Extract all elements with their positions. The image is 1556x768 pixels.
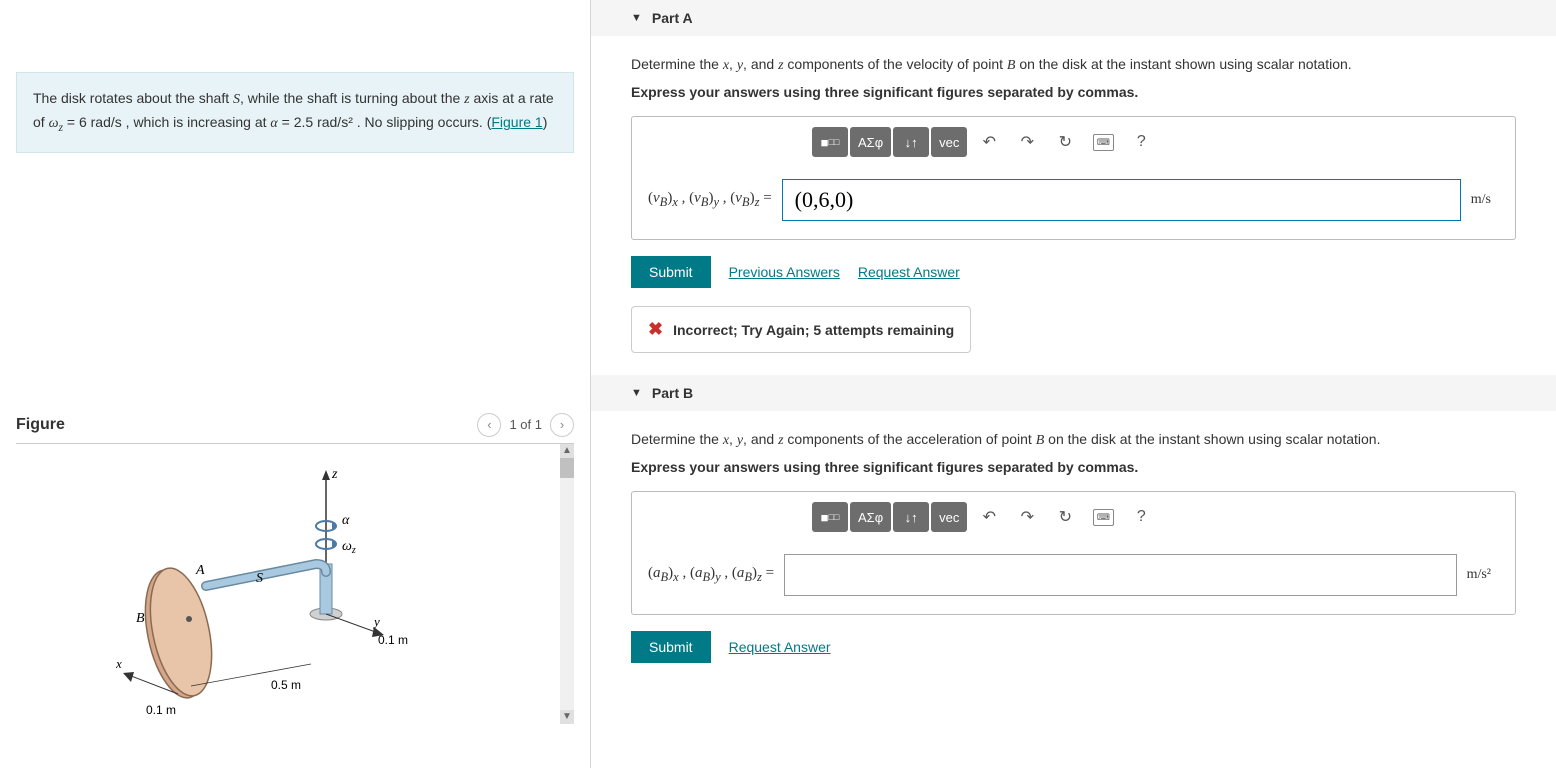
part-b-submit-button[interactable]: Submit — [631, 631, 711, 663]
alpha-label: α — [342, 513, 350, 528]
part-a-var-label: (vB)x , (vB)y , (vB)z = — [648, 190, 772, 210]
omega-label: ωz — [342, 539, 356, 556]
part-b-header[interactable]: ▼ Part B — [591, 375, 1556, 411]
part-a-answer-input[interactable] — [782, 179, 1461, 221]
equation-toolbar: ■□□ ΑΣφ ↓↑ vec ↶ ↷ ↻ ⌨ ? — [632, 492, 1515, 542]
text: = 6 rad/s — [63, 114, 126, 130]
undo-icon[interactable]: ↶ — [973, 502, 1005, 532]
figure-scrollbar[interactable]: ▲ ▼ — [560, 444, 574, 724]
problem-statement: The disk rotates about the shaft S, whil… — [16, 72, 574, 153]
text: The disk rotates about the shaft — [33, 90, 233, 106]
tool-subscript[interactable]: ↓↑ — [893, 502, 929, 532]
omega: ω — [49, 116, 59, 131]
reset-icon[interactable]: ↻ — [1049, 127, 1081, 157]
figure-prev-button[interactable]: ‹ — [477, 413, 501, 437]
part-b-prompt: Determine the x, y, and z components of … — [631, 429, 1516, 451]
help-icon[interactable]: ? — [1125, 502, 1157, 532]
part-a-prompt: Determine the x, y, and z components of … — [631, 54, 1516, 76]
figure-image: z α ωz A — [16, 444, 574, 727]
figure-counter: 1 of 1 — [509, 417, 542, 432]
dim-0.1m-disk: 0.1 m — [146, 703, 176, 717]
part-b-answer-box: ■□□ ΑΣφ ↓↑ vec ↶ ↷ ↻ ⌨ ? (aB)x , (aB)y ,… — [631, 491, 1516, 615]
part-a-header[interactable]: ▼ Part A — [591, 0, 1556, 36]
request-answer-link[interactable]: Request Answer — [858, 264, 960, 280]
previous-answers-link[interactable]: Previous Answers — [729, 264, 840, 280]
dim-0.1m-y: 0.1 m — [378, 633, 408, 647]
keyboard-icon[interactable]: ⌨ — [1087, 127, 1119, 157]
redo-icon[interactable]: ↷ — [1011, 127, 1043, 157]
scroll-thumb[interactable] — [560, 458, 574, 478]
axis-y-label: y — [372, 614, 380, 629]
dim-0.5m: 0.5 m — [271, 678, 301, 692]
part-a-instruction: Express your answers using three signifi… — [631, 84, 1516, 100]
part-b-instruction: Express your answers using three signifi… — [631, 459, 1516, 475]
figure-link[interactable]: Figure 1 — [491, 114, 542, 130]
incorrect-icon: ✖ — [648, 319, 663, 340]
caret-down-icon: ▼ — [631, 387, 642, 399]
alpha: α — [270, 116, 277, 131]
point-B: B — [136, 611, 145, 626]
request-answer-link[interactable]: Request Answer — [729, 639, 831, 655]
text: , which is increasing at — [126, 114, 271, 130]
part-a-feedback: ✖ Incorrect; Try Again; 5 attempts remai… — [631, 306, 971, 353]
right-panel: ▼ Part A Determine the x, y, and z compo… — [590, 0, 1556, 768]
figure-next-button[interactable]: › — [550, 413, 574, 437]
part-a-submit-button[interactable]: Submit — [631, 256, 711, 288]
part-a: ▼ Part A Determine the x, y, and z compo… — [591, 0, 1556, 375]
tool-greek[interactable]: ΑΣφ — [850, 502, 891, 532]
tool-vector[interactable]: vec — [931, 502, 967, 532]
part-a-unit: m/s — [1471, 192, 1499, 208]
part-b-answer-input[interactable] — [784, 554, 1456, 596]
text: , while the shaft is turning about the — [240, 90, 464, 106]
redo-icon[interactable]: ↷ — [1011, 502, 1043, 532]
help-icon[interactable]: ? — [1125, 127, 1157, 157]
axis-x-label: x — [116, 656, 122, 671]
feedback-text: Incorrect; Try Again; 5 attempts remaini… — [673, 322, 954, 338]
tool-template[interactable]: ■□□ — [812, 127, 848, 157]
scroll-down-icon[interactable]: ▼ — [560, 710, 574, 724]
undo-icon[interactable]: ↶ — [973, 127, 1005, 157]
tool-template[interactable]: ■□□ — [812, 502, 848, 532]
part-b-var-label: (aB)x , (aB)y , (aB)z = — [648, 565, 774, 585]
shaft-S: S — [256, 571, 263, 586]
reset-icon[interactable]: ↻ — [1049, 502, 1081, 532]
tool-subscript[interactable]: ↓↑ — [893, 127, 929, 157]
figure-section: Figure ‹ 1 of 1 › z α — [16, 413, 574, 724]
part-b-unit: m/s² — [1467, 567, 1499, 583]
scroll-up-icon[interactable]: ▲ — [560, 444, 574, 458]
figure-title: Figure — [16, 416, 65, 434]
part-b: ▼ Part B Determine the x, y, and z compo… — [591, 375, 1556, 685]
tool-vector[interactable]: vec — [931, 127, 967, 157]
part-a-answer-box: ■□□ ΑΣφ ↓↑ vec ↶ ↷ ↻ ⌨ ? (vB)x , (vB)y ,… — [631, 116, 1516, 240]
equation-toolbar: ■□□ ΑΣφ ↓↑ vec ↶ ↷ ↻ ⌨ ? — [632, 117, 1515, 167]
text: = 2.5 rad/s² — [278, 114, 353, 130]
tool-greek[interactable]: ΑΣφ — [850, 127, 891, 157]
caret-down-icon: ▼ — [631, 12, 642, 24]
point-A: A — [195, 563, 205, 578]
part-b-title: Part B — [652, 385, 693, 401]
text: ) — [543, 114, 548, 130]
axis-z-label: z — [331, 467, 338, 482]
keyboard-icon[interactable]: ⌨ — [1087, 502, 1119, 532]
left-panel: The disk rotates about the shaft S, whil… — [0, 0, 590, 768]
part-a-title: Part A — [652, 10, 693, 26]
var-S: S — [233, 92, 240, 107]
text: . No slipping occurs. ( — [353, 114, 492, 130]
